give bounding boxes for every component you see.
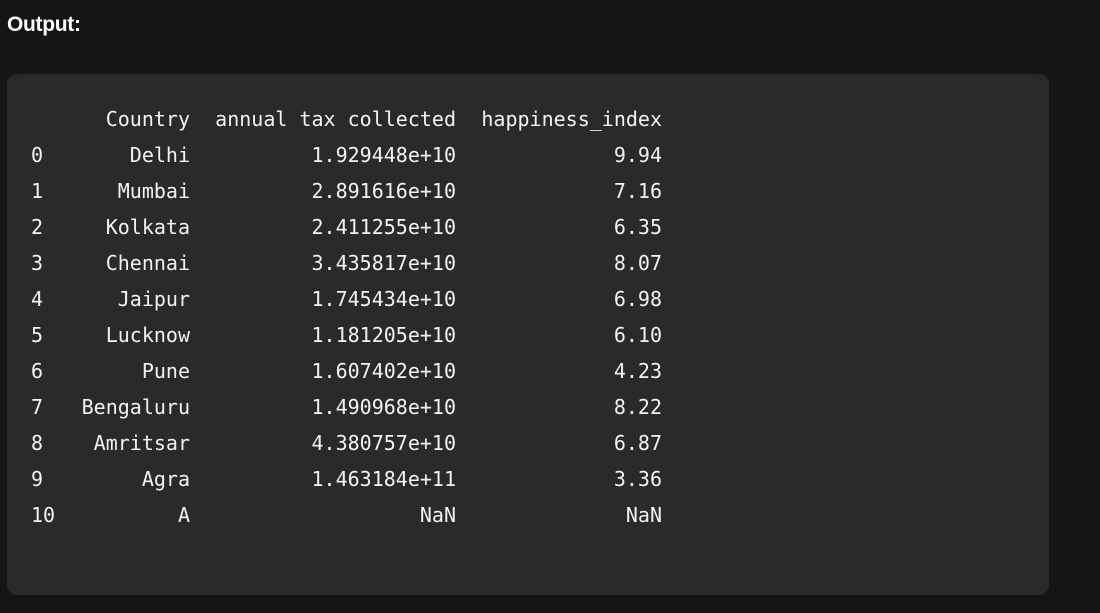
table-row: 6 Pune 1.607402e+10 4.23 (7, 353, 1049, 389)
row-index: 1 (31, 179, 44, 203)
annual-tax-collected-cell: 1.607402e+10 (311, 359, 457, 383)
table-row: 10 A NaN NaN (7, 497, 1049, 533)
row-index: 4 (31, 287, 44, 311)
row-index: 10 (31, 503, 56, 527)
happiness-index-cell: NaN (625, 503, 662, 527)
happiness-index-cell: 7.16 (613, 179, 662, 203)
annual-tax-collected-cell: 3.435817e+10 (311, 251, 457, 275)
table-row: 9 Agra 1.463184e+11 3.36 (7, 461, 1049, 497)
row-index: 6 (31, 359, 44, 383)
happiness-index-cell: 6.10 (613, 323, 662, 347)
annual-tax-collected-cell: 1.745434e+10 (311, 287, 457, 311)
happiness-index-cell: 8.07 (613, 251, 662, 275)
country-cell: Pune (141, 359, 190, 383)
annual-tax-collected-cell: 2.891616e+10 (311, 179, 457, 203)
annual-tax-collected-cell: 4.380757e+10 (311, 431, 457, 455)
dataframe-output: Country annual tax collected happiness_i… (7, 74, 1049, 595)
table-row: 5 Lucknow 1.181205e+10 6.10 (7, 317, 1049, 353)
country-cell: Amritsar (93, 431, 190, 455)
country-cell: Kolkata (105, 215, 190, 239)
country-cell: Lucknow (105, 323, 190, 347)
annual-tax-collected-cell: 2.411255e+10 (311, 215, 457, 239)
row-index: 2 (31, 215, 44, 239)
happiness-index-cell: 9.94 (613, 143, 662, 167)
row-index: 0 (31, 143, 44, 167)
output-heading: Output: (7, 13, 81, 36)
happiness-index-cell: 6.98 (613, 287, 662, 311)
annual-tax-collected-cell: NaN (419, 503, 456, 527)
row-index: 9 (31, 467, 44, 491)
country-cell: Chennai (105, 251, 190, 275)
column-header-annual-tax-collected: annual tax collected (215, 107, 456, 131)
country-cell: Jaipur (117, 287, 190, 311)
country-cell: A (177, 503, 190, 527)
country-cell: Agra (141, 467, 190, 491)
table-row: 2 Kolkata 2.411255e+10 6.35 (7, 209, 1049, 245)
country-cell: Delhi (129, 143, 190, 167)
table-row: 0 Delhi 1.929448e+10 9.94 (7, 137, 1049, 173)
happiness-index-cell: 6.35 (613, 215, 662, 239)
column-header-happiness-index: happiness_index (481, 107, 662, 131)
happiness-index-cell: 3.36 (613, 467, 662, 491)
column-header-country: Country (105, 107, 190, 131)
annual-tax-collected-cell: 1.929448e+10 (311, 143, 457, 167)
row-index: 8 (31, 431, 44, 455)
happiness-index-cell: 6.87 (613, 431, 662, 455)
table-row: 8 Amritsar 4.380757e+10 6.87 (7, 425, 1049, 461)
dataframe-header-row: Country annual tax collected happiness_i… (7, 101, 1049, 137)
table-row: 4 Jaipur 1.745434e+10 6.98 (7, 281, 1049, 317)
table-row: 7 Bengaluru 1.490968e+10 8.22 (7, 389, 1049, 425)
country-cell: Mumbai (117, 179, 190, 203)
output-panel: Country annual tax collected happiness_i… (7, 74, 1049, 595)
happiness-index-cell: 8.22 (613, 395, 662, 419)
annual-tax-collected-cell: 1.181205e+10 (311, 323, 457, 347)
table-row: 1 Mumbai 2.891616e+10 7.16 (7, 173, 1049, 209)
row-index: 5 (31, 323, 44, 347)
annual-tax-collected-cell: 1.490968e+10 (311, 395, 457, 419)
table-row: 3 Chennai 3.435817e+10 8.07 (7, 245, 1049, 281)
row-index: 3 (31, 251, 44, 275)
country-cell: Bengaluru (81, 395, 190, 419)
annual-tax-collected-cell: 1.463184e+11 (311, 467, 457, 491)
happiness-index-cell: 4.23 (613, 359, 662, 383)
